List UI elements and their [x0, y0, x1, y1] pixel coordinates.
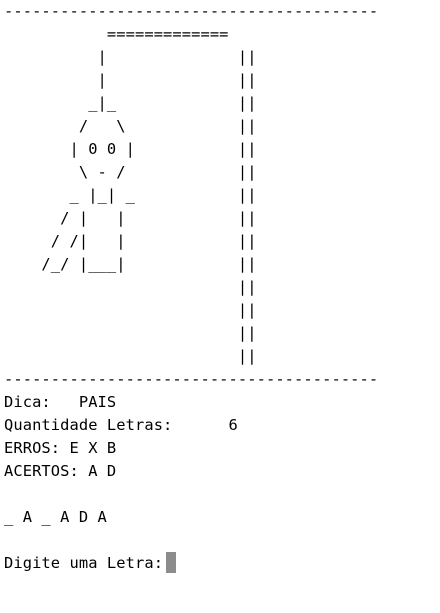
gallows-rope: | ||: [4, 48, 257, 66]
hangman-mouth: \ - / ||: [4, 163, 257, 181]
prompt-text: Digite uma Letra:: [4, 554, 164, 572]
hangman-body: / | | ||: [4, 209, 257, 227]
gallows-post: ||: [4, 324, 257, 342]
word-progress: _ A _ A D A: [4, 508, 107, 526]
gallows-post: ||: [4, 347, 257, 365]
gallows-beam: =============: [4, 25, 229, 43]
letter-count-text: Quantidade Letras: 6: [4, 416, 238, 434]
hits-text: ACERTOS: A D: [4, 462, 117, 480]
gallows-post: ||: [4, 301, 257, 319]
terminal-window[interactable]: ----------------------------------------…: [0, 0, 440, 613]
text-cursor[interactable]: [166, 552, 177, 573]
separator-bottom: ----------------------------------------: [4, 370, 379, 388]
separator-top: ----------------------------------------: [4, 2, 379, 20]
hint-text: Dica: PAIS: [4, 393, 117, 411]
gallows-post: ||: [4, 278, 257, 296]
hangman-legs: /_/ |___| ||: [4, 255, 257, 273]
gallows-rope: | ||: [4, 71, 257, 89]
input-prompt-line[interactable]: Digite uma Letra:: [4, 552, 177, 575]
hangman-neck: _ |_| _ ||: [4, 186, 257, 204]
hangman-eyes: | 0 0 | ||: [4, 140, 257, 158]
hangman-head-top: / \ ||: [4, 117, 257, 135]
hangman-hair: _|_ ||: [4, 94, 257, 112]
errors-text: ERROS: E X B: [4, 439, 117, 457]
hangman-body: / /| | ||: [4, 232, 257, 250]
